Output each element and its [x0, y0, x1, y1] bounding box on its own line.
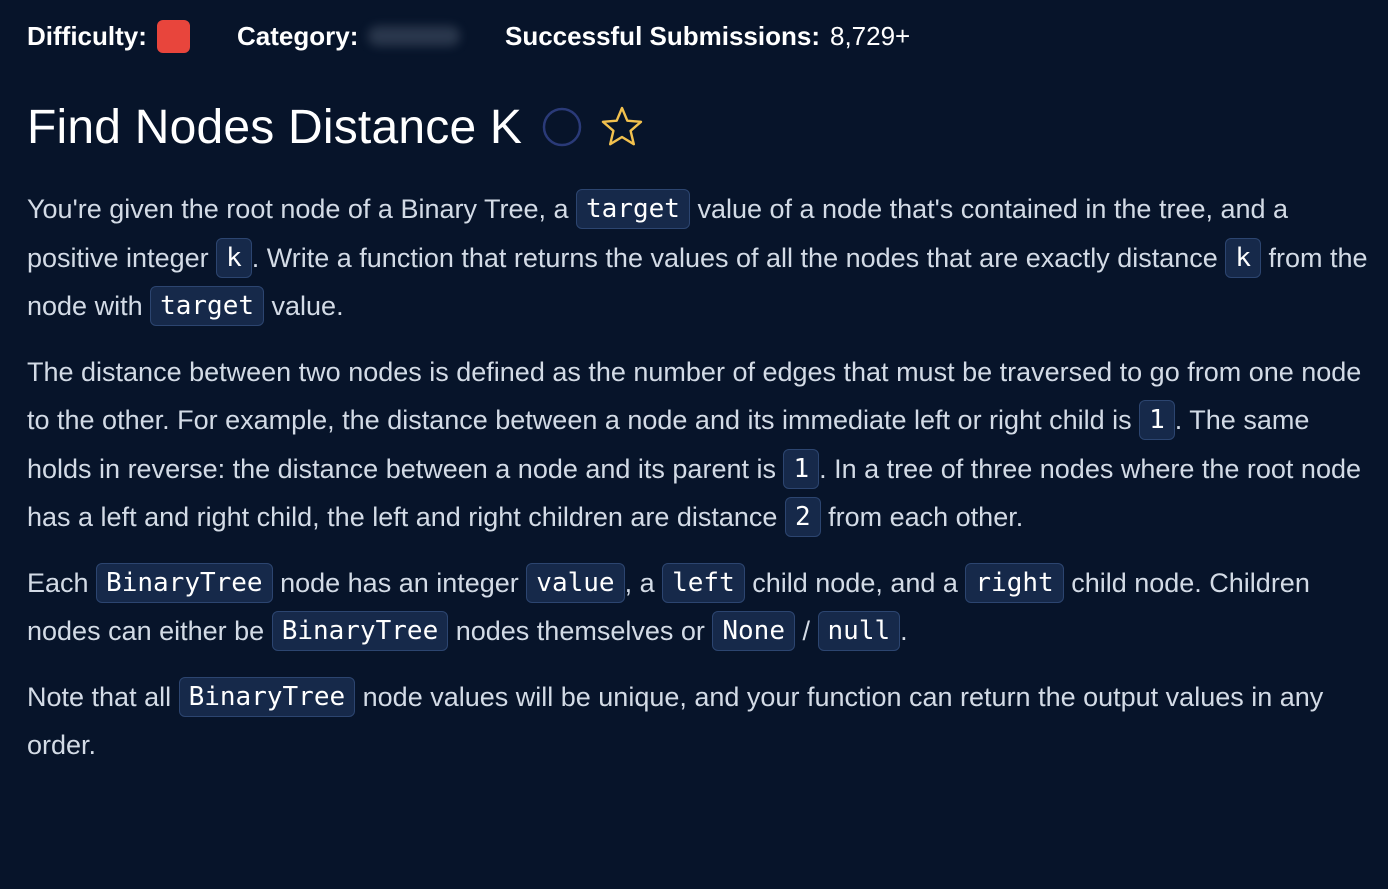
difficulty-badge	[156, 19, 190, 53]
inline-code: target	[150, 286, 265, 326]
question-title: Find Nodes Distance K	[27, 100, 523, 154]
inline-code: 1	[783, 448, 820, 489]
prompt-text: Each	[27, 567, 97, 598]
inline-code: 1	[1139, 400, 1175, 440]
prompt-text: , a	[624, 567, 663, 598]
inline-code: BinaryTree	[271, 611, 449, 651]
inline-code: left	[662, 562, 745, 603]
prompt-text: from each other.	[820, 502, 1024, 532]
prompt-paragraph-1: You're given the root node of a Binary T…	[27, 185, 1379, 331]
difficulty-group: Difficulty:	[27, 19, 237, 53]
prompt-text: nodes themselves or	[448, 616, 713, 646]
prompt-text: You're given the root node of a Binary T…	[27, 194, 577, 224]
inline-code: k	[216, 237, 252, 278]
category-label: Category:	[237, 20, 359, 51]
prompt-paragraph-4: Note that all BinaryTree node values wil…	[27, 673, 1379, 770]
inline-code: value	[526, 562, 625, 603]
prompt-text: /	[795, 616, 818, 646]
prompt-text: child node, and a	[744, 567, 966, 598]
favorite-star-icon[interactable]	[600, 105, 644, 149]
submissions-group: Successful Submissions: 8,729+	[505, 21, 910, 52]
inline-code: None	[712, 611, 795, 651]
inline-code: BinaryTree	[96, 562, 273, 603]
title-row: Find Nodes Distance K	[27, 95, 1388, 159]
inline-code: right	[965, 562, 1064, 603]
prompt-paragraph-3: Each BinaryTree node has an integer valu…	[27, 559, 1379, 656]
category-group: Category:	[237, 21, 505, 52]
inline-code: k	[1225, 237, 1261, 278]
prompt-text: node has an integer	[272, 567, 527, 598]
inline-code: target	[576, 189, 690, 229]
prompt-text: .	[900, 616, 908, 646]
inline-code: BinaryTree	[178, 676, 356, 717]
question-prompt: You're given the root node of a Binary T…	[27, 185, 1379, 770]
prompt-paragraph-2: The distance between two nodes is define…	[27, 348, 1379, 542]
submissions-label: Successful Submissions:	[505, 20, 820, 51]
prompt-text: . Write a function that returns the valu…	[251, 242, 1226, 273]
difficulty-label: Difficulty:	[27, 20, 147, 51]
prompt-text: Note that all	[27, 681, 179, 712]
submissions-count: 8,729+	[829, 20, 911, 51]
prompt-text: value.	[264, 291, 344, 321]
inline-code: null	[817, 611, 901, 651]
question-page: Difficulty: Category: Successful Submiss…	[0, 17, 1388, 889]
completion-status-circle-icon[interactable]	[542, 107, 582, 147]
inline-code: 2	[784, 497, 821, 537]
question-meta-bar: Difficulty: Category: Successful Submiss…	[27, 17, 1388, 55]
category-value-blurred	[368, 26, 461, 46]
